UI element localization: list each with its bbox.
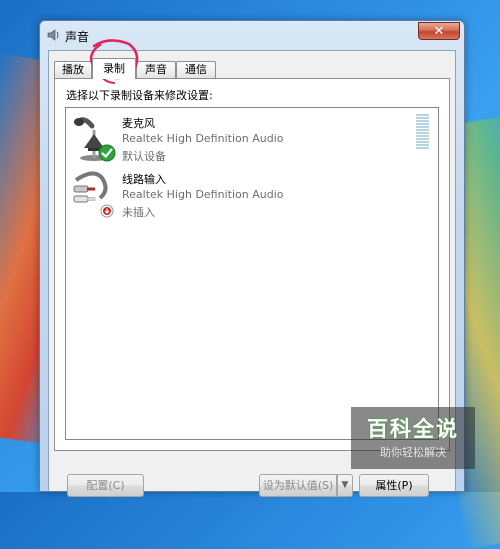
properties-button[interactable]: 属性(P) bbox=[359, 474, 429, 497]
window-title: 声音 bbox=[65, 30, 90, 44]
close-button[interactable]: ✕ bbox=[418, 22, 460, 40]
level-meter bbox=[416, 114, 429, 150]
title-bar[interactable]: 声音 ✕ bbox=[40, 21, 464, 49]
device-item-line-in[interactable]: 线路输入 Realtek High Definition Audio 未插入 bbox=[70, 168, 400, 224]
instruction-text: 选择以下录制设备来修改设置: bbox=[66, 89, 213, 102]
tab-recording[interactable]: 录制 bbox=[92, 58, 136, 79]
set-default-button[interactable]: 设为默认值(S) bbox=[259, 474, 337, 497]
device-driver: Realtek High Definition Audio bbox=[122, 132, 284, 145]
default-check-icon bbox=[98, 144, 116, 162]
device-item-microphone[interactable]: 麦克风 Realtek High Definition Audio 默认设备 bbox=[70, 112, 400, 168]
tab-playback[interactable]: 播放 bbox=[54, 61, 92, 78]
configure-button[interactable]: 配置(C) bbox=[67, 474, 144, 497]
watermark-subtitle: 助你轻松解决 bbox=[380, 446, 446, 459]
device-status: 默认设备 bbox=[122, 150, 166, 163]
device-name: 线路输入 bbox=[122, 173, 166, 186]
watermark: 百科全说 助你轻松解决 bbox=[351, 407, 475, 469]
recording-tab-panel: 选择以下录制设备来修改设置: 麦克风 Realtek High Definiti… bbox=[54, 78, 450, 451]
watermark-title: 百科全说 bbox=[367, 417, 459, 441]
tab-sounds[interactable]: 声音 bbox=[136, 61, 176, 78]
unplugged-icon bbox=[100, 204, 114, 218]
device-status: 未插入 bbox=[122, 206, 155, 219]
recording-device-list[interactable]: 麦克风 Realtek High Definition Audio 默认设备 线… bbox=[65, 107, 439, 440]
device-name: 麦克风 bbox=[122, 117, 155, 130]
set-default-dropdown-arrow[interactable]: ▼ bbox=[337, 474, 353, 497]
tab-communications[interactable]: 通信 bbox=[176, 61, 216, 78]
device-driver: Realtek High Definition Audio bbox=[122, 188, 284, 201]
speaker-icon bbox=[47, 29, 59, 41]
